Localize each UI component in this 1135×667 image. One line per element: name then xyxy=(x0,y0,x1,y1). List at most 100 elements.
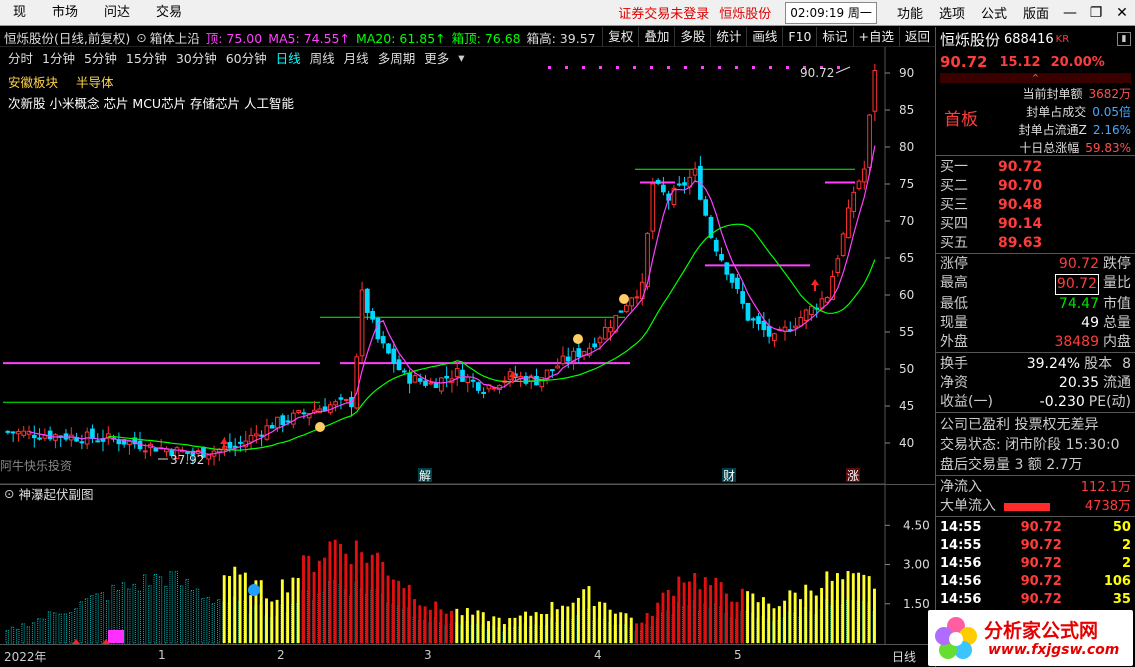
candle-body xyxy=(550,369,555,372)
menu-item-wenda[interactable]: 问达 xyxy=(91,0,143,26)
candle-body xyxy=(232,445,238,448)
sub-bar xyxy=(751,593,755,643)
period-tab-4[interactable]: 30分钟 xyxy=(176,48,217,67)
candle-body xyxy=(824,296,830,303)
period-tab-1[interactable]: 1分钟 xyxy=(42,48,75,67)
sub-bar xyxy=(561,605,564,643)
sub-bar xyxy=(317,560,321,643)
candle-body xyxy=(10,431,16,434)
candle-body xyxy=(79,441,85,444)
indicator-name[interactable]: 箱体上沿 xyxy=(150,28,200,47)
minimize-icon[interactable]: — xyxy=(1057,5,1083,21)
sub-bar xyxy=(624,613,628,643)
close-icon[interactable]: ✕ xyxy=(1109,5,1135,21)
tool-button-7[interactable]: +自选 xyxy=(852,27,899,47)
candle-body xyxy=(713,239,719,252)
more-dropdown-icon[interactable]: ▾ xyxy=(458,50,464,65)
candle-body xyxy=(354,356,360,409)
sub-bar xyxy=(513,617,517,643)
vol-ratio-label: 量比 xyxy=(1103,275,1131,291)
y-tick-label: 45 xyxy=(899,399,914,413)
period-tab-7[interactable]: 周线 xyxy=(310,48,335,67)
menu-item-0[interactable]: 现 xyxy=(0,0,39,26)
candle-body xyxy=(280,415,286,426)
alert-stock[interactable]: 恒烁股份 xyxy=(719,3,771,22)
period-tab-0[interactable]: 分时 xyxy=(8,48,33,67)
menu-item-market[interactable]: 市场 xyxy=(39,0,91,26)
sub-bar xyxy=(476,610,480,643)
sub-bar xyxy=(339,543,342,643)
menu-item-trade[interactable]: 交易 xyxy=(143,0,195,26)
candle-body xyxy=(95,440,101,443)
sector-labels: 安徽板块 半导体 xyxy=(8,72,114,91)
capital-flow: 净流入 112.1万 大单流入 4738万 xyxy=(936,475,1135,516)
sub-bar xyxy=(397,580,401,643)
turnover-label: 换手 xyxy=(940,356,968,372)
bid-row: 买五 89.63 xyxy=(936,234,1135,253)
tool-button-6[interactable]: 标记 xyxy=(816,27,852,47)
bid-label: 买五 xyxy=(940,235,968,251)
candle-body xyxy=(729,273,735,283)
tick-list[interactable]: 14:55 90.72 50 14:55 90.72 2 14:56 90.72 2 14:56 9… xyxy=(936,516,1135,609)
expand-bar[interactable]: ^ xyxy=(940,73,1131,83)
sub-bar xyxy=(550,601,554,643)
tool-button-5[interactable]: F10 xyxy=(782,27,816,47)
candle-body xyxy=(401,370,407,373)
indicator-dropdown-icon[interactable]: ⊙ xyxy=(136,30,146,45)
tool-button-2[interactable]: 多股 xyxy=(674,27,710,47)
menu-formula[interactable]: 公式 xyxy=(973,3,1015,22)
candle-body xyxy=(629,297,635,307)
period-tab-9[interactable]: 多周期 xyxy=(378,48,416,67)
period-tab-10[interactable]: 更多 xyxy=(424,48,449,67)
candle-body xyxy=(301,412,307,415)
candle-body xyxy=(444,375,449,379)
sub-bar xyxy=(497,617,501,643)
sub-bar xyxy=(539,613,543,643)
candle-body xyxy=(682,182,687,186)
period-tab-6[interactable]: 日线 xyxy=(276,48,301,67)
period-tab-2[interactable]: 5分钟 xyxy=(84,48,117,67)
sub-bar xyxy=(809,590,813,643)
sub-bar xyxy=(233,566,237,643)
bid-label: 买二 xyxy=(940,178,968,194)
sub-bar xyxy=(270,601,274,643)
flower-logo-icon xyxy=(935,617,977,659)
sub-bar xyxy=(243,572,247,643)
period-tab-8[interactable]: 月线 xyxy=(344,48,369,67)
maximize-icon[interactable]: ❐ xyxy=(1083,5,1109,21)
sub-bar xyxy=(645,613,649,643)
sub-bar xyxy=(291,577,295,643)
menu-layout[interactable]: 版面 xyxy=(1015,3,1057,22)
candle-body xyxy=(703,199,709,216)
sector-anhui[interactable]: 安徽板块 xyxy=(8,75,58,90)
sub-bar xyxy=(455,608,459,643)
period-tab-3[interactable]: 15分钟 xyxy=(126,48,167,67)
period-tab-5[interactable]: 60分钟 xyxy=(226,48,267,67)
limit-stat-label: 封单占成交 xyxy=(1026,105,1087,119)
menu-function[interactable]: 功能 xyxy=(889,3,931,22)
sub-bar xyxy=(857,572,861,643)
sub-bar xyxy=(423,606,427,643)
bid-price: 90.70 xyxy=(998,178,1043,194)
sub-chart-dropdown-icon[interactable]: ⊙ xyxy=(4,486,14,501)
sub-bar xyxy=(661,592,665,643)
tool-button-8[interactable]: 返回 xyxy=(898,27,935,47)
candle-body xyxy=(470,379,476,382)
menu-options[interactable]: 选项 xyxy=(931,3,973,22)
login-alert[interactable]: 证券交易未登录 xyxy=(618,3,709,22)
sub-bar xyxy=(835,573,839,643)
period-footer[interactable]: 日线 xyxy=(892,648,916,665)
candle-body xyxy=(756,316,761,325)
sub-bar xyxy=(862,574,866,643)
sector-semiconductor[interactable]: 半导体 xyxy=(76,75,114,90)
tick-row: 14:55 90.72 50 xyxy=(936,519,1135,537)
panel-menu-icon[interactable]: ▮ xyxy=(1117,32,1131,46)
tool-button-1[interactable]: 叠加 xyxy=(638,27,674,47)
tick-price: 90.72 xyxy=(1020,556,1062,571)
tool-button-4[interactable]: 画线 xyxy=(746,27,782,47)
tick-row: 14:56 90.72 106 xyxy=(936,573,1135,591)
tool-button-3[interactable]: 统计 xyxy=(710,27,746,47)
candle-body xyxy=(655,179,661,184)
sub-bar xyxy=(391,579,395,643)
tool-button-0[interactable]: 复权 xyxy=(602,27,638,47)
